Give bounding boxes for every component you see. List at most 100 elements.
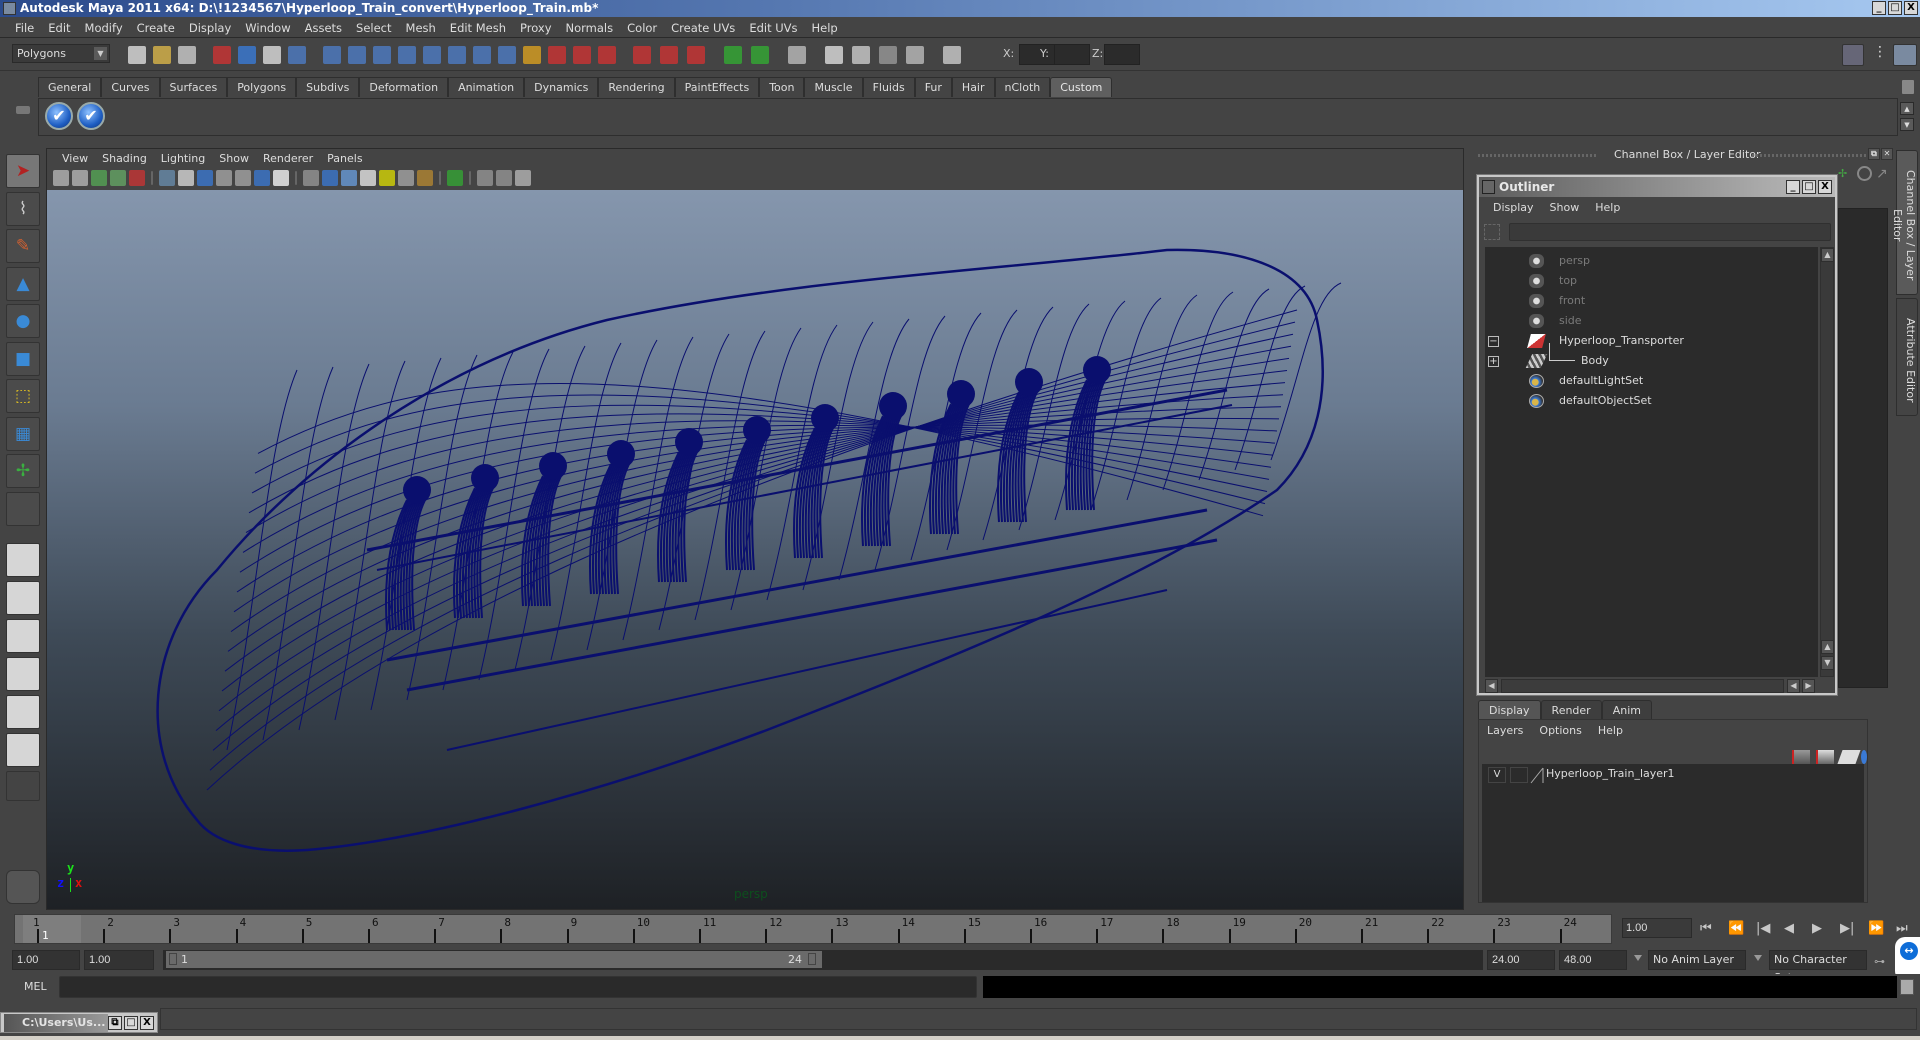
layer-menu-options[interactable]: Options (1539, 724, 1588, 737)
input-ops-icon[interactable] (724, 46, 742, 64)
layer-tab-display[interactable]: Display (1478, 700, 1541, 719)
layer-menu-help[interactable]: Help (1598, 724, 1630, 737)
tab-hair[interactable]: Hair (951, 77, 995, 97)
outliner-menu-display[interactable]: Display (1485, 201, 1542, 214)
layer-name[interactable]: Hyperloop_Train_layer1 (1546, 767, 1675, 780)
output-ops-icon[interactable] (751, 46, 769, 64)
select-by-hierarchy-icon[interactable] (213, 46, 231, 64)
select-camera-icon[interactable] (53, 170, 69, 186)
layer-menu-layers[interactable]: Layers (1487, 724, 1530, 737)
layer-tab-render[interactable]: Render (1540, 700, 1602, 719)
mel-label[interactable]: MEL (24, 980, 47, 993)
x-field[interactable] (1019, 44, 1055, 65)
trash-icon[interactable] (1902, 80, 1914, 94)
tab-fluids[interactable]: Fluids (862, 77, 915, 97)
menu-window[interactable]: Window (238, 21, 297, 35)
z-field[interactable] (1104, 44, 1140, 65)
resolution-gate-icon[interactable] (197, 170, 213, 186)
outliner-item-body[interactable]: + Body (1485, 343, 1818, 371)
rotate-tool[interactable]: ● (6, 304, 40, 338)
layer-tab-anim[interactable]: Anim (1601, 700, 1652, 719)
menu-edit[interactable]: Edit (41, 21, 77, 35)
open-scene-icon[interactable] (153, 46, 171, 64)
filter-icon[interactable] (1484, 224, 1500, 240)
auto-key-icon[interactable]: ⊶ (1874, 955, 1885, 968)
scroll-down-button[interactable]: ▼ (1821, 656, 1834, 670)
move-tool[interactable]: ▲ (6, 266, 40, 301)
transform-input-icon[interactable] (943, 46, 961, 64)
chevron-down-icon[interactable] (1754, 955, 1762, 961)
scroll-left-button[interactable]: ◀ (1485, 679, 1498, 693)
tab-rendering[interactable]: Rendering (598, 77, 675, 97)
persp-graph-layout-button[interactable] (6, 657, 40, 691)
outliner-item-front[interactable]: front (1485, 291, 1818, 311)
anim-layer-dropdown[interactable]: No Anim Layer (1648, 950, 1746, 970)
menu-select[interactable]: Select (349, 21, 398, 35)
chevron-down-icon[interactable] (1634, 955, 1642, 961)
tool-settings-icon[interactable]: ⋮ (1870, 44, 1890, 66)
edge-mask-icon[interactable] (348, 46, 366, 64)
tab-animation[interactable]: Animation (448, 77, 525, 97)
expand-icon[interactable]: + (1488, 356, 1499, 367)
save-scene-icon[interactable] (178, 46, 196, 64)
xray-active-components-icon[interactable] (515, 170, 531, 186)
panel-menu-panels[interactable]: Panels (320, 151, 369, 167)
render-view-icon[interactable] (825, 46, 843, 64)
collapse-icon[interactable]: − (1488, 336, 1499, 347)
snap-to-plane-icon[interactable] (660, 46, 678, 64)
outliner-item-defaultlightset[interactable]: defaultLightSet (1485, 371, 1818, 391)
current-frame-field[interactable] (1622, 918, 1692, 938)
y-field[interactable] (1054, 44, 1090, 65)
ipr-render-icon[interactable] (879, 46, 897, 64)
outliner-item-top[interactable]: top (1485, 271, 1818, 291)
tab-general[interactable]: General (38, 77, 102, 97)
lock-selection-icon[interactable] (523, 46, 541, 64)
tab-polygons[interactable]: Polygons (227, 77, 297, 97)
layer-type-toggle[interactable] (1510, 767, 1528, 783)
face-mask-icon[interactable] (373, 46, 391, 64)
tab-channel-box-layer-editor[interactable]: Channel Box / Layer Editor (1891, 150, 1918, 295)
outliner-horizontal-scrollbar[interactable]: ◀ ◀ ▶ (1485, 679, 1818, 693)
minimized-window[interactable]: C:\Users\Us... ⧉ □ X (0, 1012, 158, 1033)
film-gate-icon[interactable] (178, 170, 194, 186)
tab-custom[interactable]: Custom (1050, 77, 1113, 97)
wireframe-on-shaded-icon[interactable] (341, 170, 357, 186)
universal-manipulator[interactable]: ⬚ (6, 379, 40, 413)
outliner-close-button[interactable]: X (1818, 180, 1832, 194)
shelf-scroll-up[interactable]: ▲ (1900, 102, 1914, 115)
channel-box-toggle-icon[interactable] (1893, 44, 1917, 66)
tab-painteffects[interactable]: PaintEffects (674, 77, 760, 97)
uv-mask-icon[interactable] (398, 46, 416, 64)
vertex-mask-icon[interactable] (323, 46, 341, 64)
tab-subdivs[interactable]: Subdivs (296, 77, 360, 97)
xray-icon[interactable] (477, 170, 493, 186)
highlight-selection-icon[interactable] (548, 46, 566, 64)
render-current-frame-icon[interactable] (852, 46, 870, 64)
snap-to-point-icon[interactable] (633, 46, 651, 64)
menu-assets[interactable]: Assets (298, 21, 349, 35)
outliner-menu-show[interactable]: Show (1542, 201, 1588, 214)
component-mask-icon[interactable] (288, 46, 306, 64)
show-manipulator-tool[interactable]: ✢ (6, 454, 40, 488)
shelf-scroll-down[interactable]: ▼ (1900, 118, 1914, 131)
manipulator-arrow-icon[interactable]: ↗ (1876, 166, 1888, 182)
outliner-item-defaultobjectset[interactable]: defaultObjectSet (1485, 391, 1818, 411)
tab-ncloth[interactable]: nCloth (994, 77, 1051, 97)
tab-fur[interactable]: Fur (914, 77, 952, 97)
scroll-up-button[interactable]: ▲ (1821, 248, 1834, 262)
wireframe-icon[interactable] (303, 170, 319, 186)
step-back-frame-button[interactable]: |◀ (1756, 921, 1770, 936)
play-forwards-button[interactable]: ▶ (1812, 921, 1822, 936)
close-button[interactable]: X (1904, 1, 1918, 15)
move-layer-up-icon[interactable] (1792, 750, 1810, 764)
hull-mask-icon[interactable] (423, 46, 441, 64)
step-forward-key-button[interactable]: ⏩ (1868, 921, 1884, 936)
soft-modification-tool[interactable]: ▦ (6, 416, 40, 451)
gate-mask-icon[interactable] (216, 170, 232, 186)
menu-color[interactable]: Color (620, 21, 664, 35)
scale-tool[interactable]: ■ (6, 341, 40, 376)
smooth-shade-icon[interactable] (322, 170, 338, 186)
step-forward-frame-button[interactable]: ▶| (1840, 921, 1854, 936)
horizontal-scroll-thumb[interactable] (1501, 679, 1784, 693)
select-by-component-type-icon[interactable] (263, 46, 281, 64)
